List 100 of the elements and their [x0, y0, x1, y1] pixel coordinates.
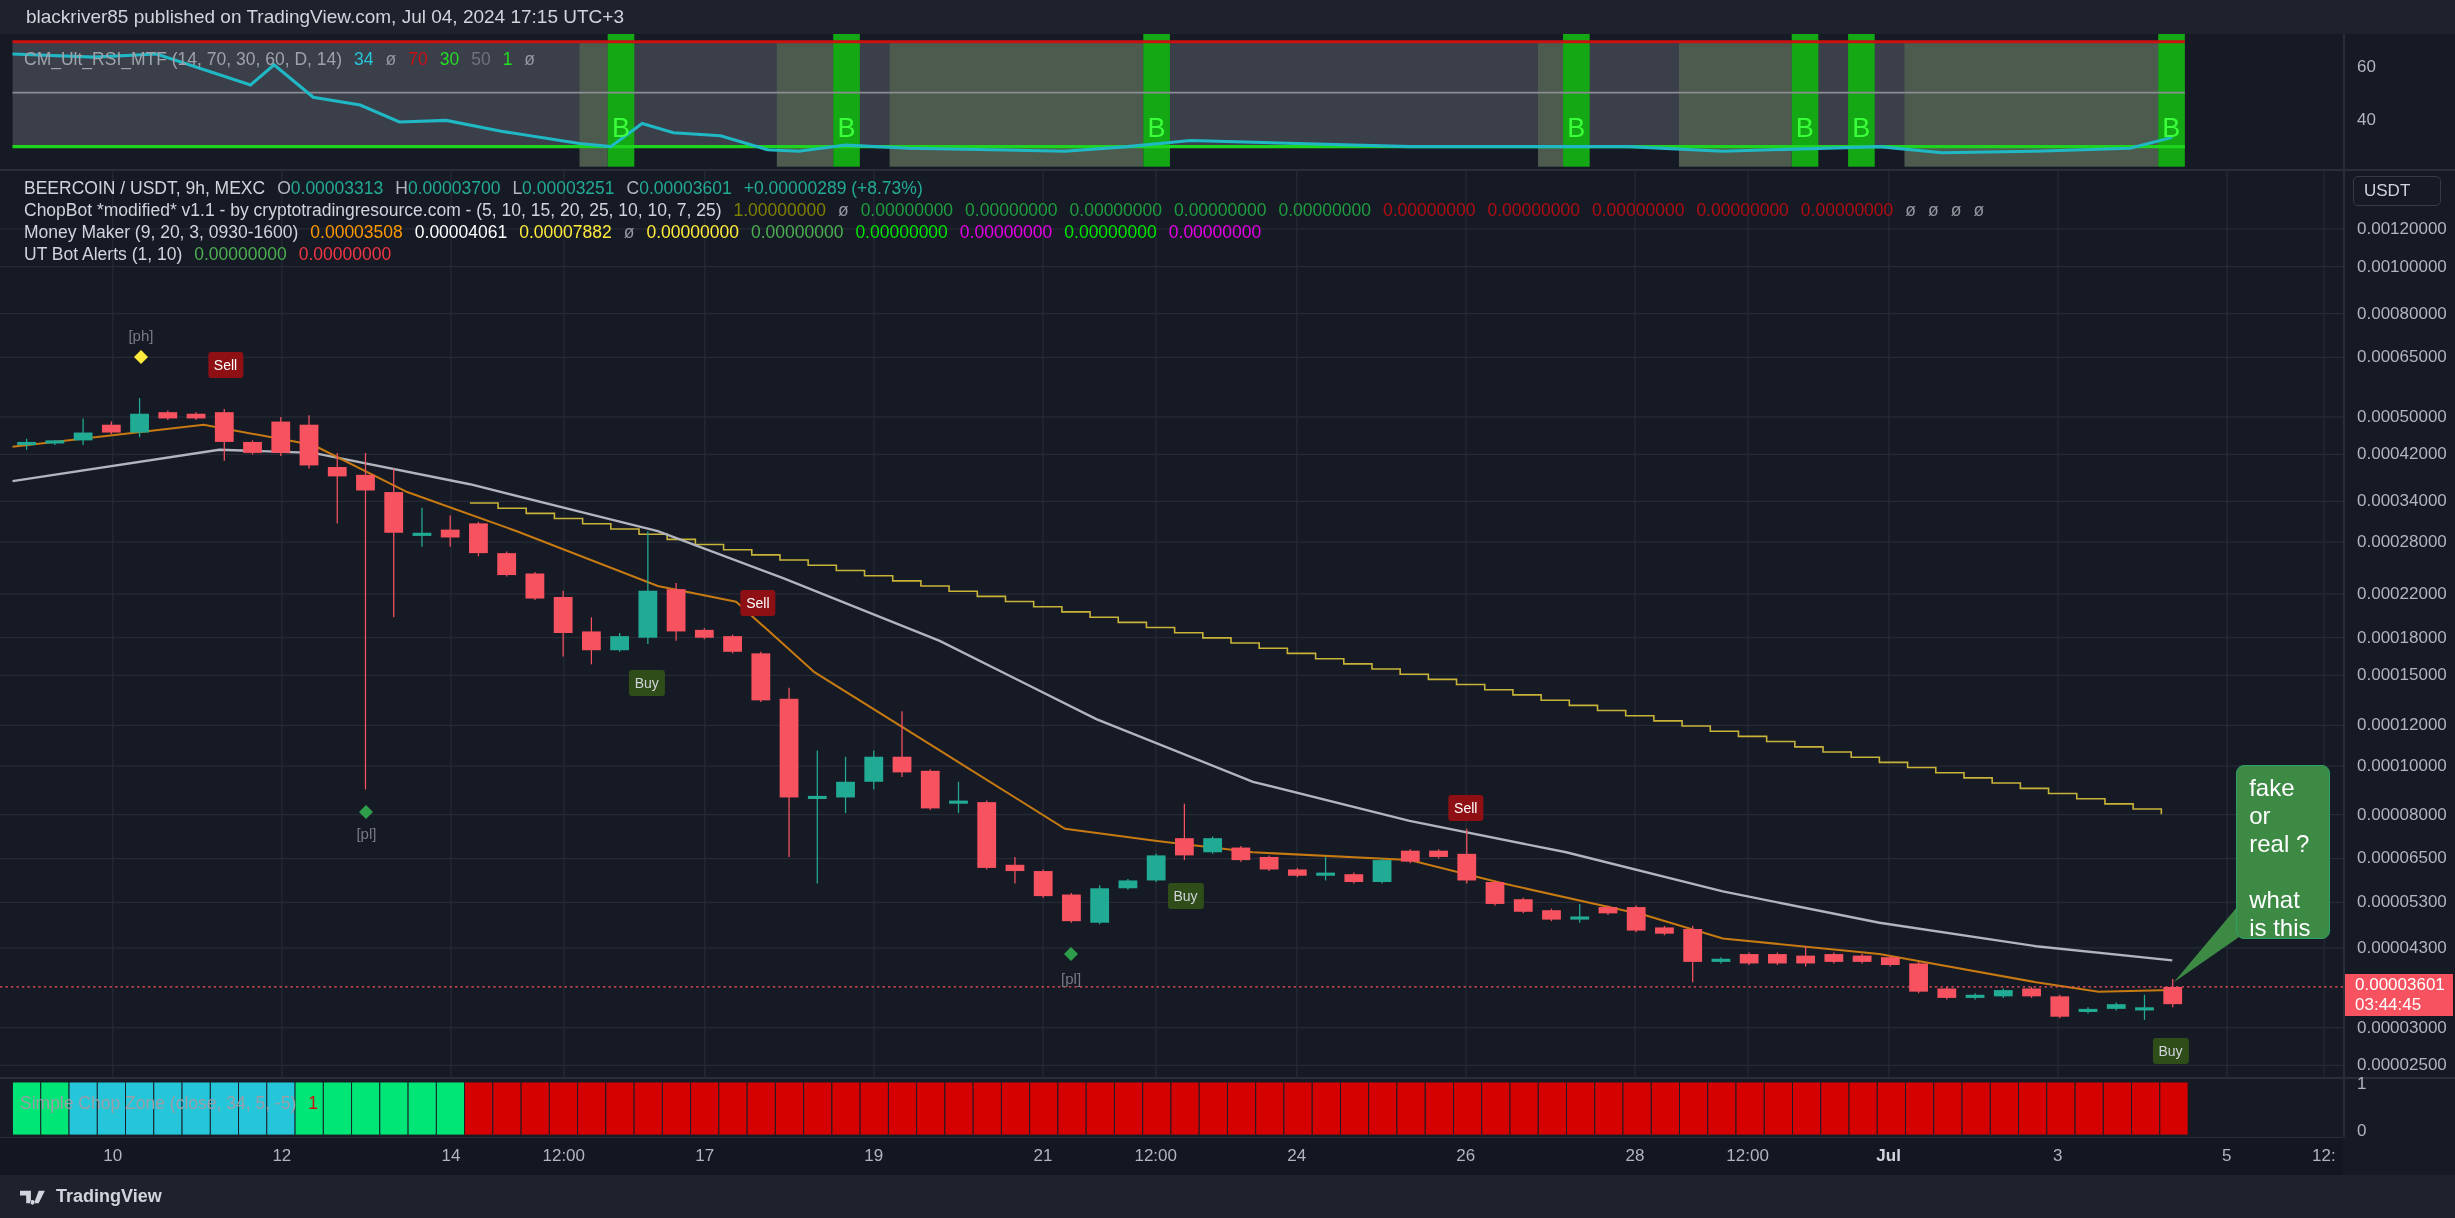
price-label: 0.00050000	[2357, 406, 2447, 427]
indicator-value: 0.00000000	[855, 221, 948, 243]
candlestick	[553, 590, 573, 658]
price-label: 0.00034000	[2357, 491, 2447, 512]
indicator-value: ø	[1905, 199, 1917, 221]
candlestick	[694, 627, 714, 640]
indicator-value: ø	[1973, 199, 1985, 221]
indicator-value: 0.00000000	[959, 221, 1053, 243]
publish-info: blackriver85 published on TradingView.com, Jul 04, 2024 17:15 UTC+3	[26, 6, 624, 28]
candlestick	[1316, 856, 1335, 882]
price-label: 0.00028000	[2357, 532, 2447, 553]
price-label: 0.00022000	[2357, 583, 2447, 604]
indicator-value: O0.00003313	[277, 177, 384, 199]
buy-signal-letter: B	[611, 112, 630, 144]
time-label: 12	[272, 1146, 292, 1166]
candlestick	[1965, 992, 1985, 1001]
sell-signal-label: Sell	[207, 352, 244, 379]
candlestick	[1118, 878, 1138, 891]
time-label: 19	[864, 1146, 884, 1166]
candlestick	[2106, 1002, 2126, 1012]
time-label: 12:00	[1134, 1146, 1177, 1166]
axis-label: 60	[2357, 56, 2376, 77]
candlestick	[582, 616, 601, 665]
indicator-value: 0.00000000	[298, 243, 392, 265]
indicator-value: +0.00000289 (+8.73%)	[743, 177, 923, 199]
candlestick	[440, 514, 460, 548]
indicator-value: 0.00000000	[1696, 199, 1789, 221]
time-label: 14	[441, 1146, 461, 1166]
candlestick	[920, 768, 940, 811]
price-label: 0.00012000	[2357, 715, 2447, 736]
candlestick	[101, 420, 121, 435]
time-label: Jul	[1876, 1146, 1901, 1166]
pivot-label: [pl]	[1061, 969, 1082, 986]
candlestick	[73, 417, 93, 446]
sell-signal-label: Sell	[740, 590, 776, 617]
indicator-value: ø	[385, 48, 397, 70]
candlestick	[412, 507, 432, 548]
candlestick	[1259, 854, 1279, 872]
indicator-value: 0.00000000	[1064, 221, 1157, 243]
last-price: 0.00003601	[2355, 975, 2446, 996]
brand-name: TradingView	[56, 1186, 162, 1207]
indicator-value: 0.00000000	[965, 199, 1058, 221]
candlestick	[1937, 986, 1957, 1001]
price-label: 0.00010000	[2357, 756, 2447, 777]
indicator-value: 0.00000000	[1174, 199, 1267, 221]
pivot-low-diamond-icon	[1064, 947, 1079, 961]
price-label: 0.00018000	[2357, 627, 2447, 648]
candlestick	[2022, 986, 2041, 999]
time-label: 3	[2053, 1146, 2063, 1166]
indicator-name: Money Maker (9, 20, 3, 0930-1600)	[24, 221, 299, 243]
candlestick	[469, 521, 488, 557]
candlestick	[1429, 848, 1448, 860]
indicator-value: 0.00000000	[1591, 199, 1685, 221]
candlestick	[1033, 868, 1053, 899]
indicator-value: 0.00004061	[414, 221, 508, 243]
buy-signal-letter: B	[837, 112, 856, 144]
indicator-value: 0.00003508	[310, 221, 403, 243]
indicator-value: 0.00000000	[860, 199, 954, 221]
buy-signal-letter: B	[1852, 112, 1871, 144]
indicator-name: BEERCOIN / USDT, 9h, MEXC	[24, 177, 266, 199]
candlestick	[1655, 925, 1674, 936]
price-label: 0.00120000	[2357, 218, 2447, 239]
callout-note: fake or real ? what is this	[2236, 764, 2331, 939]
candlestick	[45, 439, 65, 446]
indicator-value: C0.00003601	[626, 177, 732, 199]
candlestick	[1683, 925, 1703, 983]
time-label: 5	[2222, 1146, 2232, 1166]
price-label: 0.00006500	[2357, 848, 2447, 869]
indicator-value: 0.00000000	[750, 221, 844, 243]
pivot-high-diamond-icon	[133, 350, 148, 365]
price-label: 0.00100000	[2357, 256, 2447, 277]
candlestick	[1231, 845, 1251, 863]
indicator-value: ø	[837, 199, 849, 221]
axis-label: 40	[2357, 110, 2376, 131]
indicator-name: ChopBot *modified* v1.1 - by cryptotradingresource.com - (5, 10, 15, 20, 25, 10, 10, 7, 25)	[24, 199, 722, 221]
pivot-label: [pl]	[356, 824, 377, 842]
buy-signal-letter: B	[2162, 112, 2181, 144]
pivot-label: [ph]	[128, 326, 154, 344]
time-label: 10	[103, 1146, 123, 1166]
candlestick	[1372, 857, 1392, 885]
price-label: 0.00015000	[2357, 665, 2447, 686]
candlestick	[610, 632, 629, 653]
currency-selector[interactable]: USDT	[2353, 176, 2441, 206]
candlestick	[666, 582, 686, 642]
candlestick	[271, 416, 291, 457]
indicator-value: 1.00000000	[733, 199, 826, 221]
pivot-low-diamond-icon	[359, 804, 374, 819]
time-label: 12:00	[542, 1146, 585, 1166]
bar-countdown: 03:44:45	[2355, 995, 2423, 1016]
indicator-value: ø	[1928, 199, 1939, 221]
candlestick	[1768, 951, 1787, 966]
indicator-value: 0.00000000	[1168, 221, 1262, 243]
candlestick	[17, 438, 36, 451]
candlestick	[1796, 945, 1816, 968]
indicator-value: 1	[502, 48, 513, 70]
candlestick	[1457, 828, 1477, 885]
candlestick	[892, 710, 912, 778]
time-label: 21	[1033, 1146, 1053, 1166]
candlestick	[1175, 803, 1194, 861]
indicator-value: 0.00000000	[1069, 199, 1163, 221]
